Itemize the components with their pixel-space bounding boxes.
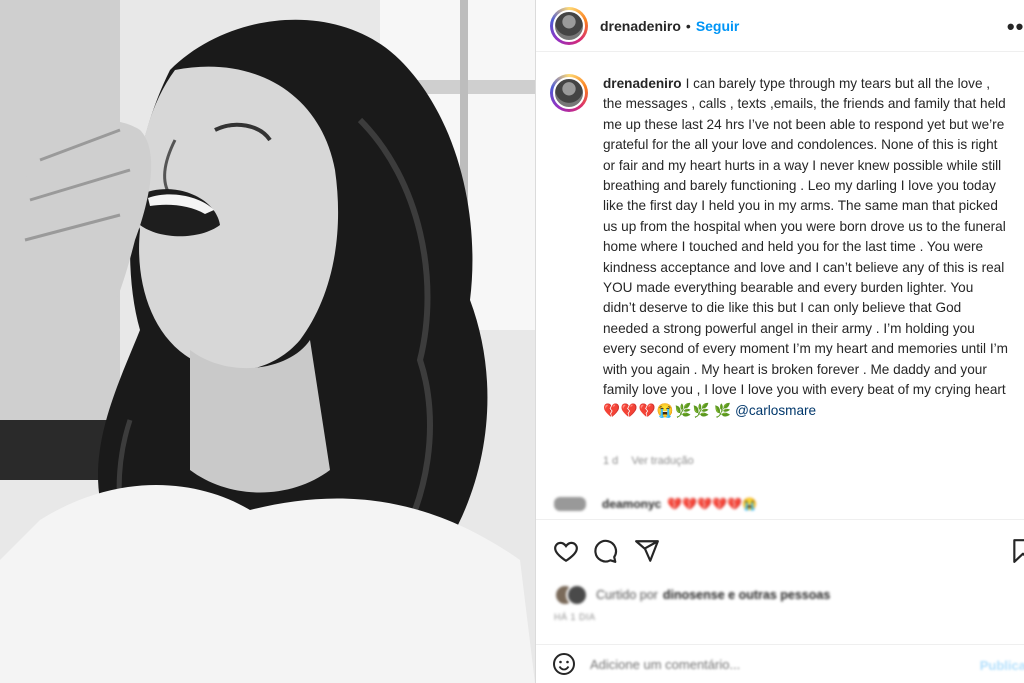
translate-link[interactable]: Ver tradução	[631, 455, 693, 467]
likes-others[interactable]: e outras pessoas	[728, 588, 830, 602]
caption-emoji-trail: 💔💔💔😭🌿🌿	[603, 402, 711, 418]
comment-icon[interactable]	[592, 538, 618, 564]
comment-username[interactable]: deamonyc	[602, 497, 661, 511]
smiley-icon[interactable]	[552, 652, 576, 676]
follow-button[interactable]: Seguir	[696, 18, 740, 34]
likes-summary: Curtido por dinosense e outras pessoas	[554, 584, 830, 606]
bookmark-icon[interactable]	[1010, 538, 1024, 564]
heart-icon[interactable]	[553, 538, 579, 564]
likers-avatars	[554, 584, 588, 606]
photo-illustration	[0, 0, 535, 683]
comment-text: 💔💔💔💔💔😭	[667, 497, 758, 511]
caption-block: drenadeniro I can barely type through my …	[550, 74, 1020, 421]
caption-mention-link[interactable]: @carlosmare	[735, 403, 816, 418]
caption-text: drenadeniro I can barely type through my …	[603, 74, 1009, 421]
commenter-avatar[interactable]	[554, 497, 586, 511]
post-header: drenadeniro • Seguir •••	[536, 0, 1024, 52]
caption-avatar[interactable]	[550, 74, 588, 112]
header-separator: •	[685, 17, 691, 34]
share-icon[interactable]	[634, 538, 660, 564]
caption-meta: 1 d Ver tradução	[603, 455, 704, 467]
likes-first-user[interactable]: dinosense	[663, 588, 725, 602]
comment-input[interactable]	[590, 656, 950, 672]
caption-time: 1 d	[603, 455, 619, 467]
likes-prefix: Curtido por	[596, 588, 658, 602]
caption-username[interactable]: drenadeniro	[603, 76, 682, 91]
user-avatar[interactable]	[550, 6, 588, 45]
publish-button[interactable]: Publicar	[980, 658, 1024, 673]
post-username[interactable]: drenadeniro	[600, 18, 681, 34]
post-panel: drenadeniro • Seguir ••• drenadeniroI ca…	[535, 0, 1024, 683]
caption-emoji-lead: 🌿	[714, 402, 732, 418]
action-bar	[536, 519, 1024, 579]
comment-item: deamonyc 💔💔💔💔💔😭	[554, 497, 757, 511]
add-comment-bar: Publicar	[536, 644, 1024, 683]
post-timestamp[interactable]: HÁ 1 DIA	[554, 612, 596, 622]
caption-body: I can barely type through my tears but a…	[603, 76, 1008, 398]
post-photo[interactable]	[0, 0, 535, 683]
more-options-icon[interactable]: •••	[1007, 14, 1024, 40]
